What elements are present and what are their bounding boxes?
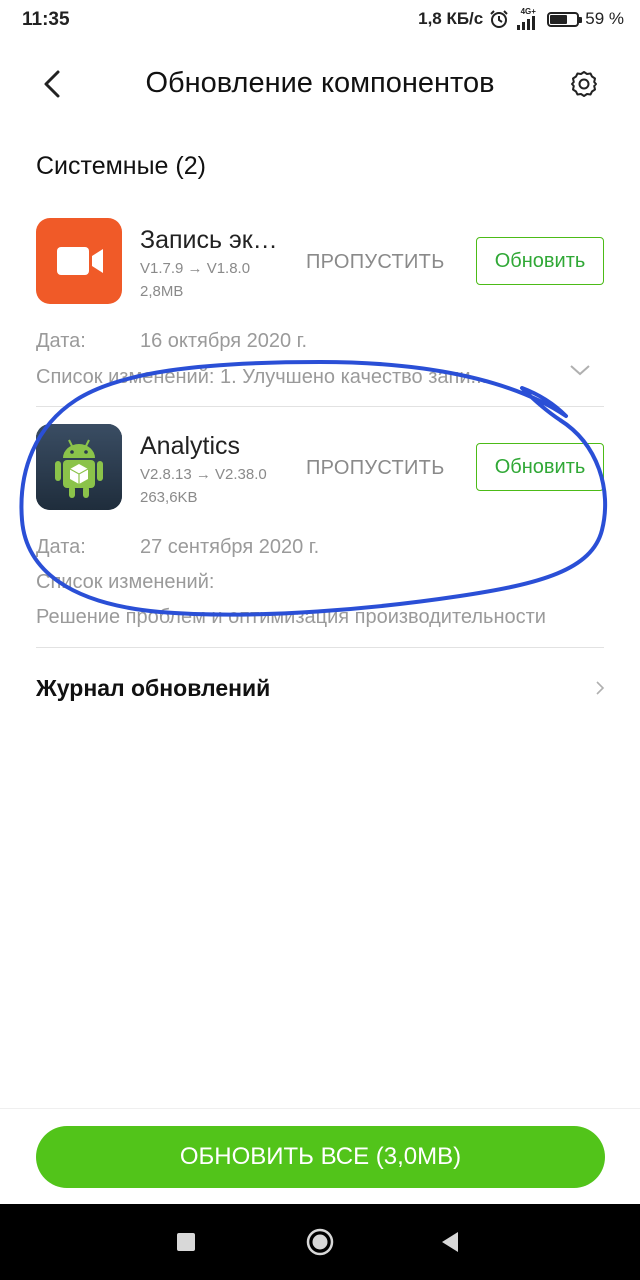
circle-icon — [306, 1228, 334, 1256]
settings-button[interactable] — [566, 66, 602, 102]
recents-button[interactable] — [166, 1222, 206, 1262]
app-name: Analytics — [140, 432, 241, 460]
chevron-right-icon — [596, 681, 605, 695]
alarm-icon — [490, 10, 508, 28]
back-nav-button[interactable] — [430, 1222, 470, 1262]
update-all-button[interactable]: ОБНОВИТЬ ВСЕ (3,0MB) — [36, 1126, 605, 1188]
video-camera-icon — [36, 218, 122, 304]
update-history-row[interactable]: Журнал обновлений — [0, 660, 640, 716]
divider — [0, 1108, 640, 1109]
navigation-bar — [0, 1204, 640, 1280]
expand-button[interactable] — [568, 362, 592, 378]
changes-text: Список изменений: 1. Улучшено качество з… — [36, 366, 488, 388]
network-speed: 1,8 КБ/с — [418, 9, 484, 28]
changes-text: Решение проблем и оптимизация производит… — [36, 606, 546, 628]
battery-icon — [547, 11, 583, 27]
app-size: 2,8MB — [140, 283, 184, 300]
skip-button[interactable]: ПРОПУСТИТЬ — [306, 457, 445, 480]
status-indicators: 1,8 КБ/с 4G+ 59 % — [418, 8, 624, 30]
update-button[interactable]: Обновить — [476, 443, 604, 491]
changes-label: Список изменений: — [36, 571, 215, 593]
home-button[interactable] — [300, 1222, 340, 1262]
app-version: V2.8.13 → V2.38.0 — [140, 466, 267, 483]
date-label: Дата: — [36, 536, 86, 558]
date-label: Дата: — [36, 330, 86, 352]
history-label: Журнал обновлений — [36, 675, 271, 701]
square-icon — [177, 1233, 195, 1251]
date-value: 27 сентября 2020 г. — [140, 536, 320, 558]
header: Обновление компонентов — [0, 50, 640, 120]
update-button[interactable]: Обновить — [476, 237, 604, 285]
status-bar: 11:35 1,8 КБ/с 4G+ 59 % — [0, 0, 640, 40]
section-title: Системные (2) — [36, 152, 206, 180]
skip-button[interactable]: ПРОПУСТИТЬ — [306, 251, 445, 274]
handwritten-circle-annotation — [19, 360, 608, 617]
app-name: Запись эк… — [140, 226, 278, 254]
gear-icon — [571, 71, 597, 97]
date-value: 16 октября 2020 г. — [140, 330, 308, 352]
page-title: Обновление компонентов — [145, 67, 495, 99]
divider — [36, 406, 604, 407]
signal-icon: 4G+ — [515, 8, 541, 30]
app-version: V1.7.9 → V1.8.0 — [140, 260, 251, 277]
app-size: 263,6KB — [140, 489, 198, 506]
network-type-label: 4G+ — [520, 7, 536, 16]
divider — [36, 647, 604, 648]
battery-percent: 59 % — [585, 9, 624, 28]
android-robot-icon — [36, 424, 122, 510]
status-time: 11:35 — [22, 9, 70, 30]
chevron-down-icon — [570, 365, 590, 376]
triangle-back-icon — [442, 1232, 458, 1252]
